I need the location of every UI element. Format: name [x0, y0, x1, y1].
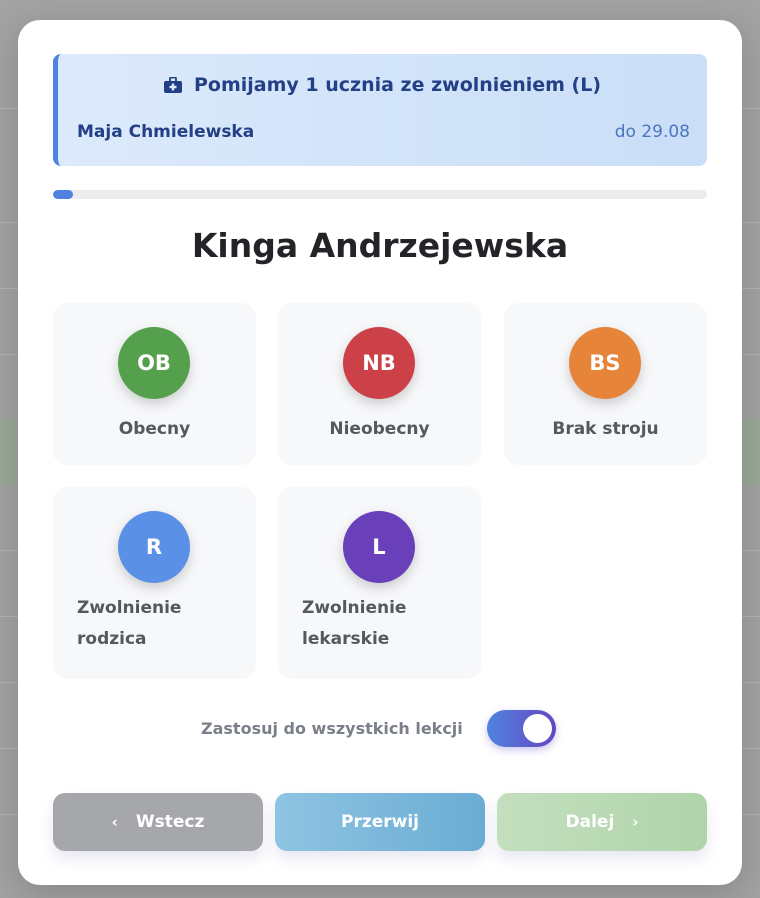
- notice-until-date: do 29.08: [614, 122, 690, 142]
- medkit-icon: [163, 77, 182, 93]
- status-badge-nb: NB: [343, 327, 415, 399]
- notice-student-name: Maja Chmielewska: [77, 122, 255, 142]
- option-label: Brak stroju: [552, 419, 659, 439]
- attendance-modal: Pomijamy 1 ucznia ze zwolnieniem (L) Maj…: [18, 20, 742, 885]
- option-label: Nieobecny: [329, 419, 430, 439]
- stop-button-label: Przerwij: [340, 812, 419, 832]
- status-badge-l: L: [343, 511, 415, 583]
- notice-title-row: Pomijamy 1 ucznia ze zwolnieniem (L): [58, 74, 707, 96]
- chevron-right-icon: ›: [632, 813, 639, 831]
- status-badge-r: R: [118, 511, 190, 583]
- option-medical-excuse[interactable]: L Zwolnienie lekarskie: [278, 487, 481, 679]
- apply-all-toggle[interactable]: [486, 710, 556, 747]
- option-parent-excuse[interactable]: R Zwolnienie rodzica: [53, 487, 256, 679]
- notice-title: Pomijamy 1 ucznia ze zwolnieniem (L): [193, 74, 602, 96]
- status-badge-bs: BS: [569, 327, 641, 399]
- stop-button[interactable]: Przerwij: [275, 793, 485, 851]
- back-button[interactable]: ‹ Wstecz: [53, 793, 263, 851]
- option-label-line: lekarskie: [302, 629, 390, 649]
- option-label: Zwolnienie lekarskie: [302, 593, 481, 655]
- apply-all-row: Zastosuj do wszystkich lekcji: [201, 710, 556, 747]
- progress-fill: [53, 190, 73, 199]
- apply-all-label: Zastosuj do wszystkich lekcji: [201, 719, 463, 738]
- option-no-outfit[interactable]: BS Brak stroju: [504, 303, 707, 465]
- next-button-label: Dalej: [565, 812, 615, 832]
- status-badge-ob: OB: [118, 327, 190, 399]
- next-button[interactable]: Dalej ›: [497, 793, 707, 851]
- option-label-line: Zwolnienie: [77, 598, 182, 618]
- sick-leave-notice: Pomijamy 1 ucznia ze zwolnieniem (L) Maj…: [53, 54, 707, 166]
- back-button-label: Wstecz: [135, 812, 205, 832]
- option-present[interactable]: OB Obecny: [53, 303, 256, 465]
- option-label: Zwolnienie rodzica: [77, 593, 256, 655]
- option-absent[interactable]: NB Nieobecny: [278, 303, 481, 465]
- option-label-line: Zwolnienie: [302, 598, 407, 618]
- student-name: Kinga Andrzejewska: [191, 226, 569, 265]
- chevron-left-icon: ‹: [111, 813, 118, 831]
- option-label-line: rodzica: [77, 629, 147, 649]
- option-label: Obecny: [118, 419, 191, 439]
- toggle-knob: [522, 714, 552, 743]
- progress-bar: [53, 190, 707, 199]
